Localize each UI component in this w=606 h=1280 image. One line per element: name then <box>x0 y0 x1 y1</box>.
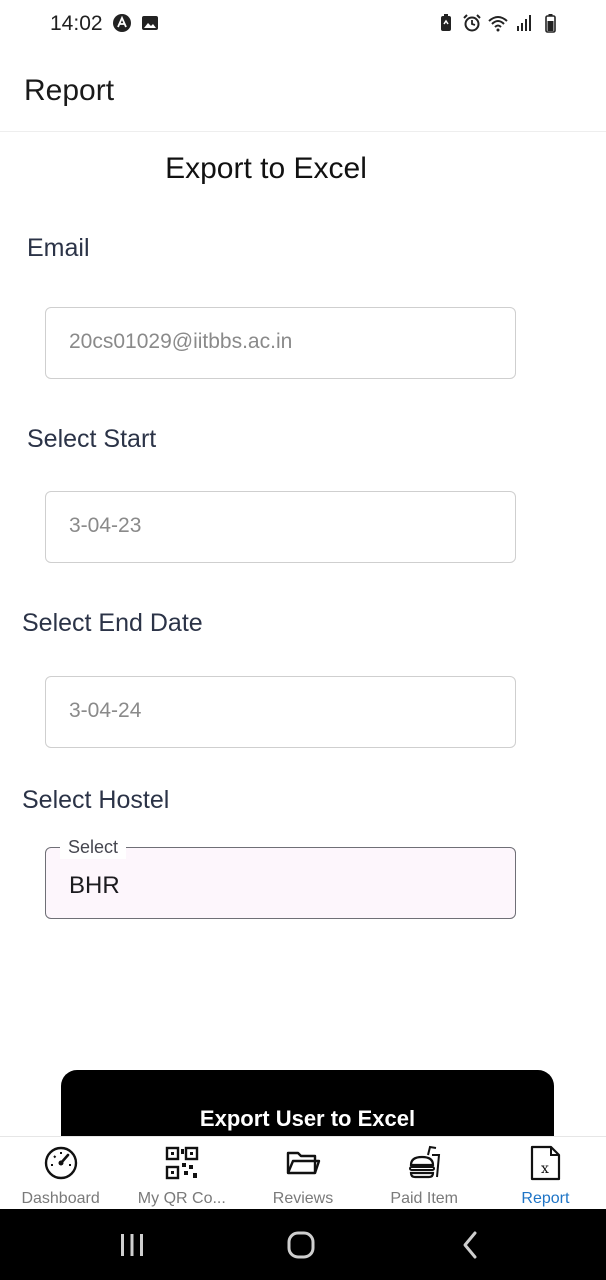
svg-text:x: x <box>541 1161 549 1177</box>
battery-icon <box>545 14 556 33</box>
nav-item-paid-item[interactable]: Paid Item <box>364 1137 485 1210</box>
app-notification-icon <box>113 14 131 32</box>
nav-item-report[interactable]: x Report <box>485 1137 606 1210</box>
nav-item-reviews[interactable]: Reviews <box>242 1137 363 1210</box>
status-time: 14:02 <box>50 12 103 35</box>
folder-icon <box>286 1151 321 1175</box>
hostel-label: Select Hostel <box>22 786 170 814</box>
qr-code-icon <box>165 1146 198 1180</box>
end-date-value: 3-04-24 <box>69 699 142 722</box>
nav-label-reviews: Reviews <box>272 1190 334 1207</box>
hostel-select-value: BHR <box>69 872 120 899</box>
signal-icon <box>517 15 531 31</box>
export-user-button-label: Export User to Excel <box>199 1106 416 1131</box>
start-date-value: 3-04-23 <box>69 514 142 537</box>
system-nav-bar <box>0 1209 606 1280</box>
form-heading: Export to Excel <box>165 152 367 185</box>
recent-apps-icon[interactable] <box>116 1229 148 1261</box>
image-notification-icon <box>142 16 158 30</box>
nav-item-qr-code[interactable]: My QR Co... <box>121 1137 242 1210</box>
start-date-label: Select Start <box>27 425 157 453</box>
back-icon[interactable] <box>455 1229 487 1261</box>
nav-label-qr-code: My QR Co... <box>137 1190 226 1207</box>
status-bar: 14:02 <box>0 0 606 48</box>
bottom-nav: Dashboard My QR Co... Reviews Paid Item … <box>0 1136 606 1209</box>
battery-saver-icon <box>441 14 451 31</box>
app-bar: Report <box>0 48 606 132</box>
end-date-field[interactable]: 3-04-24 <box>45 676 516 748</box>
nav-label-report: Report <box>521 1190 570 1207</box>
nav-label-paid-item: Paid Item <box>390 1190 458 1207</box>
email-value: 20cs01029@iitbbs.ac.in <box>69 330 293 353</box>
nav-label-dashboard: Dashboard <box>21 1190 100 1207</box>
alarm-icon <box>463 14 481 32</box>
home-icon[interactable] <box>285 1229 317 1261</box>
email-label: Email <box>27 234 90 262</box>
end-date-label: Select End Date <box>22 609 203 637</box>
page-title: Report <box>24 74 115 107</box>
hostel-select-legend: Select <box>60 835 127 859</box>
nav-item-dashboard[interactable]: Dashboard <box>0 1137 121 1210</box>
hostel-select[interactable]: Select BHR <box>45 835 516 919</box>
burger-drink-icon <box>409 1145 441 1179</box>
start-date-field[interactable]: 3-04-23 <box>45 491 516 563</box>
excel-file-icon: x <box>531 1145 561 1181</box>
wifi-icon <box>488 16 508 32</box>
speedometer-icon <box>44 1146 77 1180</box>
email-field[interactable]: 20cs01029@iitbbs.ac.in <box>45 307 516 379</box>
